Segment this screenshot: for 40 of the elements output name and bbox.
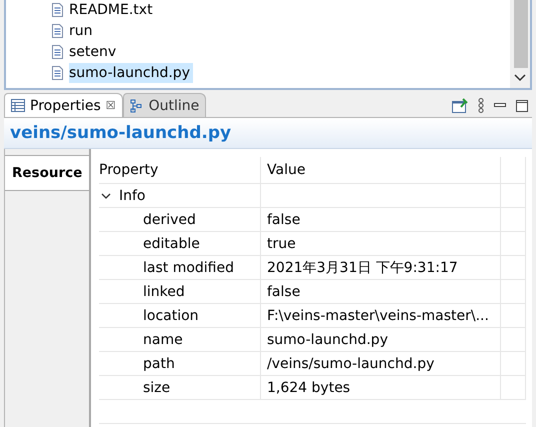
property-name: editable — [143, 236, 200, 252]
property-value: false — [267, 212, 300, 228]
outline-icon — [130, 98, 144, 112]
property-name: name — [143, 332, 183, 348]
tree-item[interactable]: run — [69, 20, 96, 40]
column-header[interactable]: Value — [267, 162, 306, 178]
minimize-icon[interactable] — [494, 103, 506, 108]
tree-item[interactable]: setenv — [69, 42, 120, 62]
property-name: location — [143, 308, 199, 324]
document-icon — [52, 66, 63, 80]
tree-item[interactable]: README.txt — [69, 0, 156, 20]
category-label: Info — [119, 188, 146, 204]
maximize-icon[interactable] — [516, 100, 528, 112]
view-title: veins/sumo-launchd.py — [10, 123, 232, 143]
chevron-down-icon[interactable] — [514, 74, 526, 82]
property-name: last modified — [143, 260, 234, 276]
pin-icon[interactable] — [452, 98, 468, 113]
property-value: true — [267, 236, 296, 252]
column-header[interactable]: Property — [99, 162, 158, 178]
document-icon — [52, 24, 63, 38]
property-value: false — [267, 284, 300, 300]
property-name: linked — [143, 284, 185, 300]
property-value: F:\veins-master\veins-master\... — [267, 308, 489, 324]
tree-item[interactable]: sumo-launchd.py — [69, 62, 193, 82]
chevron-down-icon[interactable] — [101, 192, 111, 200]
view-tab[interactable]: Outline — [122, 93, 206, 117]
document-icon — [52, 44, 63, 58]
document-icon — [52, 2, 63, 16]
property-name: path — [143, 356, 175, 372]
side-tab[interactable]: Resource — [5, 155, 89, 191]
more-options-icon[interactable] — [478, 98, 484, 113]
property-value: /veins/sumo-launchd.py — [267, 356, 434, 372]
property-value: sumo-launchd.py — [267, 332, 388, 348]
property-name: size — [143, 380, 170, 396]
property-value: 1,624 bytes — [267, 380, 350, 396]
property-value: 2021年3月31日 下午9:31:17 — [267, 258, 458, 276]
property-name: derived — [143, 212, 196, 228]
view-tab[interactable]: Properties ☒ — [4, 93, 123, 117]
scrollbar-thumb[interactable] — [514, 0, 528, 68]
table-icon — [11, 99, 25, 112]
